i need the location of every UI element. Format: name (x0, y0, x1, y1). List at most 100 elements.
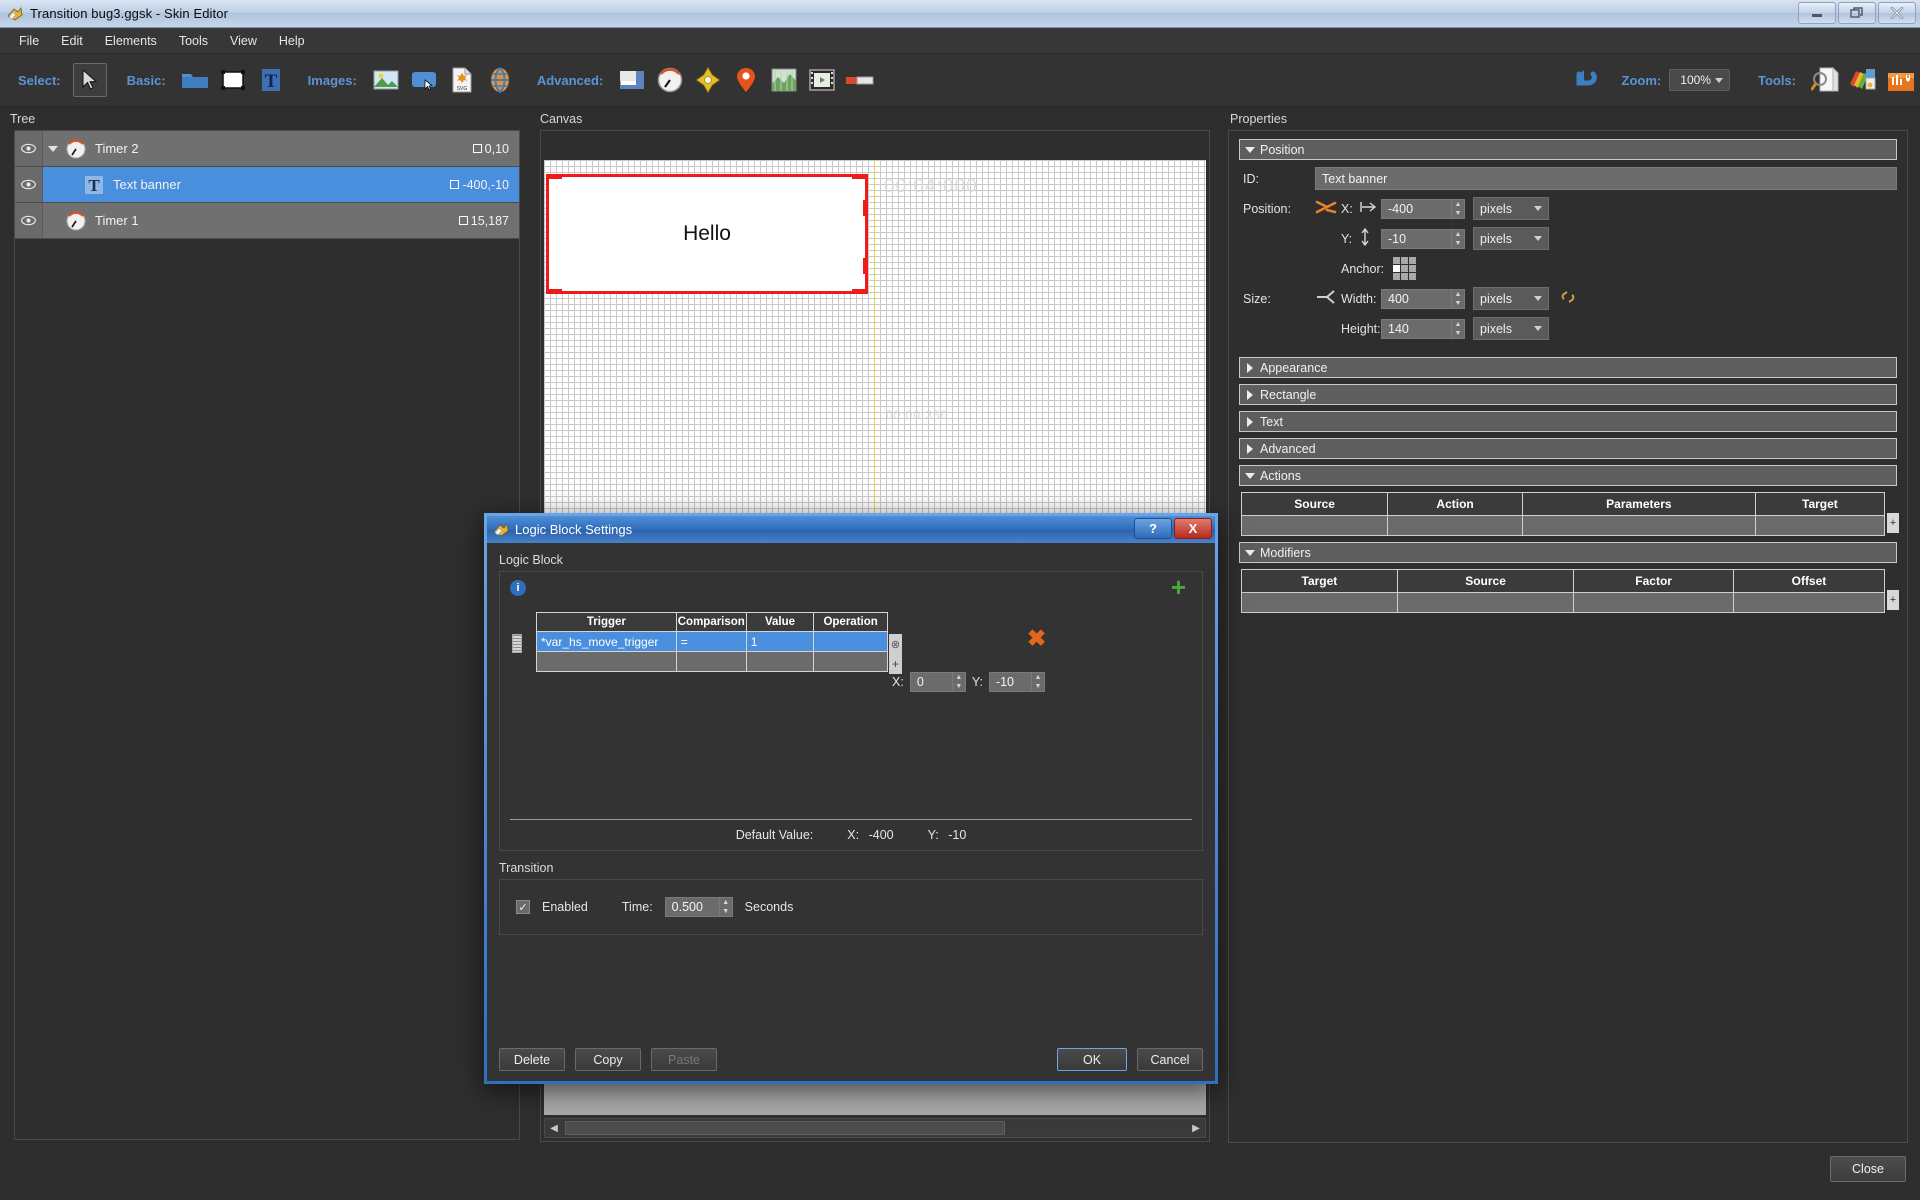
menu-item-elements[interactable]: Elements (94, 31, 168, 51)
cell[interactable] (1732, 592, 1886, 613)
x-spin-buttons[interactable]: ▲ ▼ (1451, 198, 1465, 219)
visibility-eye-icon[interactable] (15, 203, 43, 238)
cancel-button[interactable]: Cancel (1137, 1048, 1203, 1071)
window-icon[interactable] (615, 63, 649, 97)
cell-trigger[interactable] (536, 651, 677, 672)
section-position[interactable]: Position (1239, 139, 1897, 160)
table-row[interactable] (1240, 515, 1886, 536)
offset-x-stepper[interactable]: 0 ▲ ▼ (909, 672, 966, 692)
dialog-help-button[interactable]: ? (1134, 518, 1172, 539)
actions-add-button[interactable]: + (1887, 513, 1899, 533)
anchor-cell[interactable] (1401, 265, 1408, 272)
table-row-selected[interactable]: *var_hs_move_trigger = 1 (536, 631, 888, 652)
section-text[interactable]: Text (1239, 411, 1897, 432)
video-icon[interactable] (805, 63, 839, 97)
y-input[interactable]: -10 (1381, 228, 1451, 249)
magnifier-document-icon[interactable] (1808, 63, 1842, 97)
canvas-text-banner[interactable]: Hello (546, 174, 868, 294)
height-input[interactable]: 140 (1381, 318, 1451, 339)
section-appearance[interactable]: Appearance (1239, 357, 1897, 378)
cell[interactable] (1754, 515, 1886, 536)
width-stepper[interactable]: 400 ▲ ▼ (1381, 288, 1465, 309)
minimize-button[interactable] (1798, 2, 1836, 24)
transition-time-spin-buttons[interactable]: ▲ ▼ (718, 897, 733, 917)
zoom-select[interactable]: 100% (1669, 69, 1730, 91)
copy-button[interactable]: Copy (575, 1048, 641, 1071)
resize-handle-bl[interactable] (546, 289, 562, 294)
anchor-cell[interactable] (1393, 257, 1400, 264)
info-icon[interactable]: i (510, 580, 526, 596)
image-icon[interactable] (369, 63, 403, 97)
tree-row-text-banner[interactable]: T Text banner -400,-10 (15, 167, 519, 203)
row-drag-handle[interactable] (512, 634, 522, 653)
rounded-button-icon[interactable] (407, 63, 441, 97)
cell-comparison[interactable] (675, 651, 747, 672)
add-trigger-button[interactable]: + (1171, 574, 1186, 600)
cell-operation[interactable] (813, 631, 888, 652)
anchor-grid[interactable] (1393, 257, 1416, 280)
dialog-close-button[interactable]: X (1174, 518, 1212, 539)
close-app-button[interactable]: Close (1830, 1156, 1906, 1182)
offset-y-stepper[interactable]: -10 ▲ ▼ (988, 672, 1045, 692)
menu-item-tools[interactable]: Tools (168, 31, 219, 51)
cell-value[interactable] (745, 651, 815, 672)
offset-y-spin-buttons[interactable]: ▲ ▼ (1030, 672, 1045, 692)
resize-handle-br[interactable] (852, 289, 868, 294)
cell[interactable] (1241, 592, 1398, 613)
anchor-cell[interactable] (1409, 265, 1416, 272)
ok-button[interactable]: OK (1057, 1048, 1127, 1071)
restore-button[interactable] (1838, 2, 1876, 24)
cell-comparison[interactable]: = (675, 631, 747, 652)
menu-item-help[interactable]: Help (268, 31, 316, 51)
x-units-select[interactable]: pixels (1473, 197, 1549, 220)
scrollbar-thumb[interactable] (565, 1121, 1005, 1135)
close-button[interactable] (1878, 2, 1916, 24)
anchor-cell[interactable] (1401, 257, 1408, 264)
width-input[interactable]: 400 (1381, 288, 1451, 309)
section-modifiers[interactable]: Modifiers (1239, 542, 1897, 563)
cell[interactable] (1573, 592, 1734, 613)
toolbox-icon[interactable] (1884, 63, 1918, 97)
offset-y-input[interactable]: -10 (988, 672, 1031, 692)
section-actions[interactable]: Actions (1239, 465, 1897, 486)
menu-item-file[interactable]: File (8, 31, 50, 51)
slider-icon[interactable] (843, 63, 877, 97)
folder-icon[interactable] (178, 63, 212, 97)
clear-row-button[interactable]: ⊗ (889, 634, 902, 654)
color-palette-icon[interactable] (1846, 63, 1880, 97)
globe-icon[interactable] (483, 63, 517, 97)
anchor-cell[interactable] (1409, 257, 1416, 264)
resize-handle-tl[interactable] (546, 174, 562, 179)
svg-file-icon[interactable]: SVG (445, 63, 479, 97)
resize-handle-r[interactable] (863, 200, 868, 216)
add-row-button[interactable]: + (889, 654, 902, 674)
offset-x-spin-buttons[interactable]: ▲ ▼ (951, 672, 966, 692)
transition-time-stepper[interactable]: 0.500 ▲ ▼ (664, 897, 733, 917)
section-rectangle[interactable]: Rectangle (1239, 384, 1897, 405)
expand-twisty-icon[interactable] (43, 145, 63, 152)
cell-trigger[interactable]: *var_hs_move_trigger (536, 631, 677, 652)
x-input[interactable]: -400 (1381, 198, 1451, 219)
cursor-arrow-icon[interactable] (72, 63, 107, 97)
height-stepper[interactable]: 140 ▲ ▼ (1381, 318, 1465, 339)
cell[interactable] (1387, 515, 1523, 536)
menu-item-view[interactable]: View (219, 31, 268, 51)
cell-value[interactable]: 1 (745, 631, 815, 652)
id-input[interactable]: Text banner (1315, 167, 1897, 190)
transition-time-input[interactable]: 0.500 (664, 897, 719, 917)
modifiers-add-button[interactable]: + (1887, 590, 1899, 610)
map-icon[interactable] (767, 63, 801, 97)
menu-item-edit[interactable]: Edit (50, 31, 94, 51)
scroll-right-icon[interactable]: ▶ (1187, 1119, 1205, 1137)
tree-row-timer-1[interactable]: Timer 1 15,187 (15, 203, 519, 239)
table-row[interactable] (1241, 592, 1886, 613)
section-advanced[interactable]: Advanced (1239, 438, 1897, 459)
rectangle-icon[interactable] (216, 63, 250, 97)
cell[interactable] (1396, 592, 1575, 613)
aspect-lock-icon[interactable] (1559, 288, 1577, 309)
y-units-select[interactable]: pixels (1473, 227, 1549, 250)
cell[interactable] (1240, 515, 1389, 536)
height-spin-buttons[interactable]: ▲ ▼ (1451, 318, 1465, 339)
cell-operation[interactable] (813, 651, 888, 672)
anchor-cell-selected[interactable] (1393, 265, 1400, 272)
